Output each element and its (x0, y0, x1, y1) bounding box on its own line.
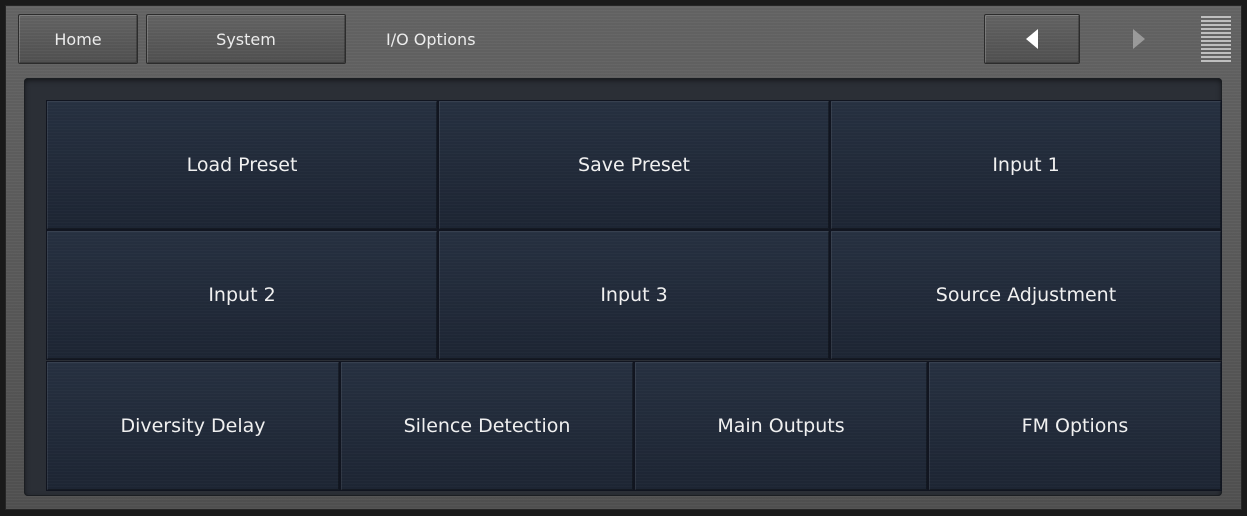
button-grid-panel: Load Preset Save Preset Input 1 Input 2 … (24, 78, 1222, 496)
save-preset-button[interactable]: Save Preset (438, 100, 830, 230)
load-preset-button[interactable]: Load Preset (46, 100, 438, 230)
diversity-delay-button[interactable]: Diversity Delay (46, 361, 340, 491)
menu-lines-icon[interactable] (1201, 16, 1231, 62)
input-2-button[interactable]: Input 2 (46, 230, 438, 360)
back-button[interactable] (984, 14, 1080, 64)
input-3-button[interactable]: Input 3 (438, 230, 830, 360)
home-tab-label: Home (54, 29, 102, 49)
silence-detection-button[interactable]: Silence Detection (340, 361, 634, 491)
forward-button[interactable] (1091, 14, 1187, 64)
input-1-button[interactable]: Input 1 (830, 100, 1222, 230)
triangle-right-icon (1133, 29, 1145, 49)
system-tab[interactable]: System (146, 14, 346, 64)
source-adjustment-button[interactable]: Source Adjustment (830, 230, 1222, 360)
main-outputs-button[interactable]: Main Outputs (634, 361, 928, 491)
app-window: Home System I/O Options Load Preset Save… (5, 5, 1242, 510)
triangle-left-icon (1026, 29, 1038, 49)
system-tab-label: System (216, 29, 276, 49)
breadcrumb-current-page: I/O Options (386, 14, 476, 64)
home-tab[interactable]: Home (18, 14, 138, 64)
top-navigation-bar: Home System I/O Options (6, 6, 1241, 68)
fm-options-button[interactable]: FM Options (928, 361, 1222, 491)
page-title: I/O Options (386, 29, 476, 49)
